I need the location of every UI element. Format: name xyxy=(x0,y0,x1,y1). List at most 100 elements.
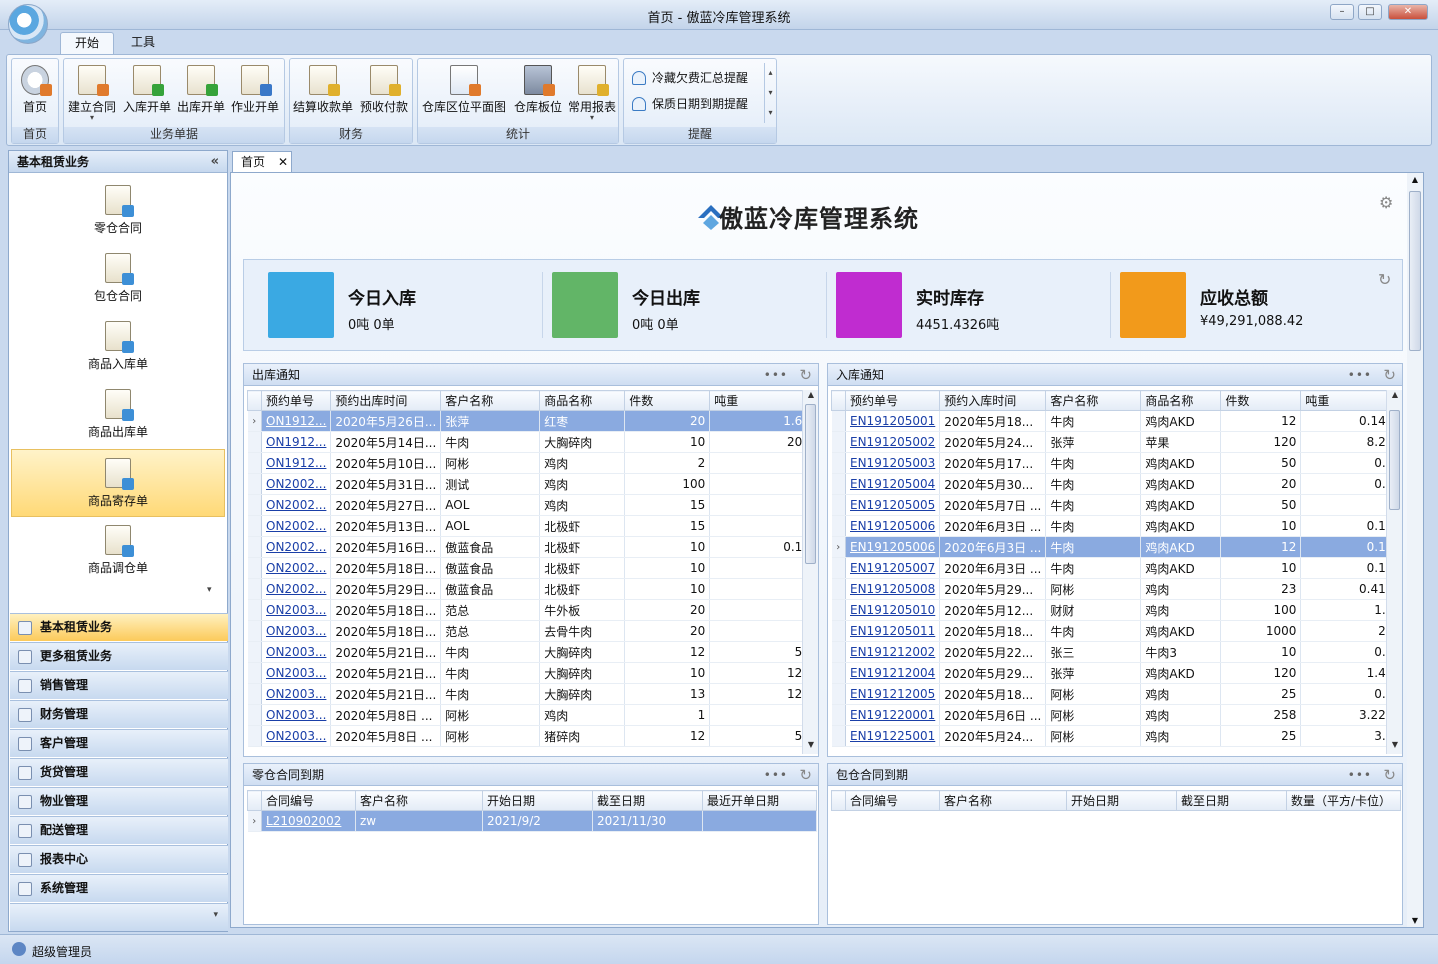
inbound-order-button[interactable]: 入库开单 xyxy=(122,63,172,125)
table-cell[interactable]: EN191212002 xyxy=(845,641,941,663)
more-icon[interactable]: ••• xyxy=(1348,364,1372,386)
scroll-down-icon[interactable]: ▼ xyxy=(803,740,818,754)
table-row[interactable]: EN191205002 2020年5月24... 张萍 苹果 120 8.28 xyxy=(831,431,1399,453)
table-row[interactable]: EN191220001 2020年5月6日 ... 阿彬 鸡肉 258 3.225 xyxy=(831,704,1399,726)
table-cell[interactable]: EN191205007 xyxy=(845,557,941,579)
column-header[interactable]: 客户名称 xyxy=(1045,390,1142,411)
column-header[interactable]: 最近开单日期 xyxy=(702,790,817,811)
stat-today-outbound[interactable]: 今日出库 0吨 0单 xyxy=(540,272,800,338)
table-cell[interactable]: ON2003... xyxy=(261,662,332,684)
table-cell[interactable]: ON2002... xyxy=(261,578,332,600)
column-header[interactable]: 数量（平方/卡位） xyxy=(1286,790,1401,811)
table-row[interactable]: ON2002... 2020年5月27日... AOL 鸡肉 15 xyxy=(247,494,808,516)
section-cargo-loan[interactable]: 货贷管理 xyxy=(10,758,228,786)
table-row[interactable]: ON2003... 2020年5月21日... 牛肉 大胸碎肉 10 12 xyxy=(247,662,808,684)
stat-receivable-total[interactable]: 应收总额 ¥49,291,088.42 xyxy=(1108,272,1368,338)
column-header[interactable]: 预约入库时间 xyxy=(939,390,1047,411)
column-header[interactable]: 商品名称 xyxy=(539,390,626,411)
section-delivery[interactable]: 配送管理 xyxy=(10,816,228,844)
refresh-icon[interactable]: ↻ xyxy=(1383,764,1396,786)
table-cell[interactable]: L210902002 xyxy=(261,810,356,832)
section-more-lease[interactable]: 更多租赁业务 xyxy=(10,642,228,670)
table-cell[interactable]: EN191205004 xyxy=(845,473,941,495)
table-cell[interactable]: ON2003... xyxy=(261,620,332,642)
stat-live-stock[interactable]: 实时库存 4451.4326吨 xyxy=(824,272,1084,338)
table-row[interactable]: ON2003... 2020年5月21日... 牛肉 大胸碎肉 13 12 xyxy=(247,683,808,705)
table-cell[interactable]: EN191205005 xyxy=(845,494,941,516)
more-icon[interactable]: ••• xyxy=(1348,764,1372,786)
table-row[interactable]: EN191212002 2020年5月22... 张三 牛肉3 10 0.1 xyxy=(831,641,1399,663)
table-cell[interactable]: EN191212004 xyxy=(845,662,941,684)
table-row[interactable]: EN191205001 2020年5月18... 牛肉 鸡肉AKD 12 0.144 xyxy=(831,410,1399,432)
column-header[interactable]: 客户名称 xyxy=(939,790,1067,811)
common-reports-button[interactable]: 常用报表 ▾ xyxy=(566,63,618,125)
section-sales[interactable]: 销售管理 xyxy=(10,671,228,699)
column-header[interactable]: 客户名称 xyxy=(440,390,541,411)
table-row[interactable]: ON1912... 2020年5月14日... 牛肉 大胸碎肉 10 20 xyxy=(247,431,808,453)
scroll-down-icon[interactable]: ▼ xyxy=(1387,740,1402,754)
table-cell[interactable]: EN191220001 xyxy=(845,704,941,726)
column-header[interactable]: 预约出库时间 xyxy=(330,390,442,411)
scroll-down-icon[interactable]: ▼ xyxy=(1407,916,1423,925)
refresh-icon[interactable]: ↻ xyxy=(799,364,812,386)
table-cell[interactable]: ON2003... xyxy=(261,704,332,726)
maximize-button[interactable]: □ xyxy=(1358,4,1382,20)
settlement-button[interactable]: 结算收款单 xyxy=(292,63,354,125)
column-header[interactable]: 客户名称 xyxy=(355,790,483,811)
table-row[interactable]: EN191205003 2020年5月17... 牛肉 鸡肉AKD 50 0.5 xyxy=(831,452,1399,474)
work-order-button[interactable]: 作业开单 xyxy=(230,63,280,125)
table-row[interactable]: EN191205006 2020年6月3日 ... 牛肉 鸡肉AKD 10 0.12 xyxy=(831,515,1399,537)
table-cell[interactable]: ON1912... xyxy=(261,431,332,453)
expiry-reminder[interactable]: 保质日期到期提醒 xyxy=(632,95,748,115)
table-row[interactable]: EN191225001 2020年5月24... 阿彬 鸡肉 25 3.2 xyxy=(831,725,1399,747)
scroll-thumb[interactable] xyxy=(1409,191,1421,351)
column-header[interactable]: 开始日期 xyxy=(1066,790,1177,811)
column-header[interactable]: 开始日期 xyxy=(482,790,593,811)
table-row[interactable]: › L210902002 zw 2021/9/2 2021/11/30 xyxy=(247,810,817,832)
table-cell[interactable]: EN191205011 xyxy=(845,620,941,642)
app-orb-icon[interactable] xyxy=(8,4,48,44)
inbound-scrollbar[interactable]: ▲ ▼ xyxy=(1386,390,1402,754)
scroll-up-icon[interactable]: ▲ xyxy=(1407,175,1423,184)
table-cell[interactable]: ON2003... xyxy=(261,683,332,705)
table-cell[interactable]: ON2003... xyxy=(261,599,332,621)
table-row[interactable]: ON2003... 2020年5月18日... 范总 去骨牛肉 20 xyxy=(247,620,808,642)
table-row[interactable]: EN191212004 2020年5月29... 张萍 鸡肉AKD 120 1.44 xyxy=(831,662,1399,684)
table-cell[interactable]: ON2002... xyxy=(261,557,332,579)
table-cell[interactable]: ON2003... xyxy=(261,641,332,663)
column-header[interactable]: 合同编号 xyxy=(845,790,940,811)
table-cell[interactable]: EN191225001 xyxy=(845,725,941,747)
section-basic-lease[interactable]: 基本租赁业务 xyxy=(10,613,228,641)
section-system[interactable]: 系统管理 xyxy=(10,874,228,902)
table-cell[interactable]: ON2002... xyxy=(261,473,332,495)
table-cell[interactable]: EN191205006 xyxy=(845,536,941,558)
doc-tab-home[interactable]: 首页 ✕ xyxy=(232,151,292,172)
tab-tools[interactable]: 工具 xyxy=(117,32,169,54)
table-row[interactable]: EN191205004 2020年5月30... 牛肉 鸡肉AKD 20 0.2 xyxy=(831,473,1399,495)
table-row[interactable]: ON2002... 2020年5月16日... 傲蓝食品 北极虾 10 0.1 xyxy=(247,536,808,558)
table-cell[interactable]: EN191212005 xyxy=(845,683,941,705)
scroll-up-icon[interactable]: ▲ xyxy=(1387,390,1402,404)
prepayment-button[interactable]: 预收付款 xyxy=(358,63,410,125)
table-row[interactable]: ON2002... 2020年5月18日... 傲蓝食品 北极虾 10 xyxy=(247,557,808,579)
settings-gear-icon[interactable]: ⚙ xyxy=(1379,193,1393,212)
table-row[interactable]: › EN191205006 2020年6月3日 ... 牛肉 鸡肉AKD 12 0.18 xyxy=(831,536,1399,558)
scroll-up-icon[interactable]: ▲ xyxy=(803,390,818,404)
nav-item-deposit-order[interactable]: 商品寄存单 xyxy=(11,449,225,517)
table-row[interactable]: EN191205008 2020年5月29... 阿彬 鸡肉 23 0.414 xyxy=(831,578,1399,600)
more-icon[interactable]: ••• xyxy=(764,764,788,786)
table-cell[interactable]: ON2002... xyxy=(261,494,332,516)
section-property[interactable]: 物业管理 xyxy=(10,787,228,815)
table-row[interactable]: › ON1912... 2020年5月26日... 张萍 红枣 20 1.6 xyxy=(247,410,808,432)
table-row[interactable]: ON1912... 2020年5月10日... 阿彬 鸡肉 2 xyxy=(247,452,808,474)
column-header[interactable]: 吨重 xyxy=(709,390,808,411)
nav-item-transfer-order[interactable]: 商品调仓单 xyxy=(11,517,225,585)
table-row[interactable]: ON2002... 2020年5月29日... 傲蓝食品 北极虾 10 xyxy=(247,578,808,600)
table-row[interactable]: ON2003... 2020年5月8日 ... 阿彬 猪碎肉 12 5 xyxy=(247,725,808,747)
column-header[interactable]: 预约单号 xyxy=(844,390,941,411)
minimize-button[interactable]: – xyxy=(1330,4,1354,20)
table-row[interactable]: EN191212005 2020年5月18... 阿彬 鸡肉 25 0.3 xyxy=(831,683,1399,705)
nav-item-inbound-order[interactable]: 商品入库单 xyxy=(11,313,225,381)
create-contract-button[interactable]: 建立合同 ▾ xyxy=(66,63,118,125)
home-button[interactable]: 首页 xyxy=(14,63,56,125)
